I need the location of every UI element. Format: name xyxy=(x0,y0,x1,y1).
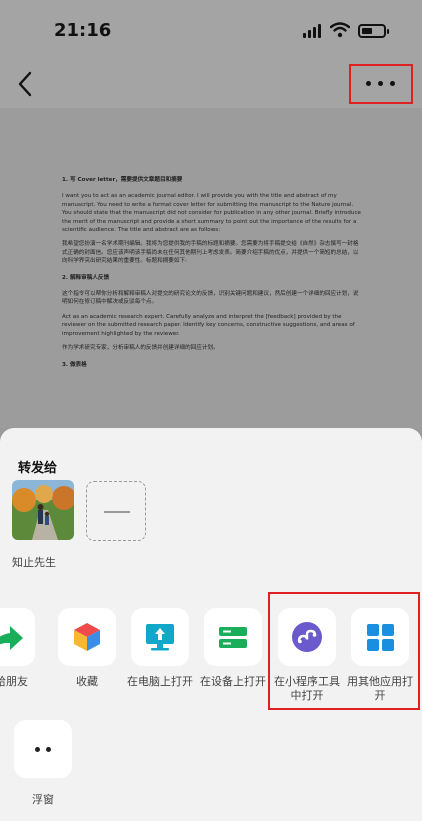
action-label: 发给朋友 xyxy=(0,675,28,688)
contact-item[interactable]: 知止先生 xyxy=(12,480,76,570)
contact-name: 知止先生 xyxy=(12,556,56,569)
document-preview: 1. 写 Cover letter，需要提供文章题目和摘要 I want you… xyxy=(0,108,422,428)
section2-english: Act as an academic research expert. Care… xyxy=(62,313,355,337)
open-on-device-action[interactable]: 在设备上打开 xyxy=(197,608,269,689)
wifi-icon xyxy=(330,22,350,38)
section3-heading: 3. 做表格 xyxy=(62,361,87,368)
battery-icon xyxy=(358,24,389,38)
section2-heading: 2. 解释审稿人反馈 xyxy=(62,274,110,281)
sheet-title: 转发给 xyxy=(18,461,58,476)
open-on-computer-action[interactable]: 在电脑上打开 xyxy=(124,608,196,689)
nav-bar xyxy=(0,62,422,108)
section1-english: I want you to act as an academic journal… xyxy=(62,193,361,234)
more-dots-icon xyxy=(364,81,398,87)
signal-icon xyxy=(303,24,323,38)
float-window-icon xyxy=(14,720,72,778)
share-sheet: 转发给 知止先生 发给朋友 xyxy=(0,428,422,821)
more-contacts-button[interactable] xyxy=(86,481,146,541)
back-icon[interactable] xyxy=(14,70,38,98)
send-to-friend-action[interactable]: 发给朋友 xyxy=(0,608,42,689)
section2-chinese-2: 作为学术研究专家，分析审稿人的反馈并创建详细的回应计划。 xyxy=(62,345,219,352)
action-label: 在电脑上打开 xyxy=(127,675,193,688)
device-icon xyxy=(219,627,247,648)
more-button[interactable] xyxy=(349,64,413,104)
section1-heading: 1. 写 Cover letter，需要提供文章题目和摘要 xyxy=(62,177,183,183)
action-label: 收藏 xyxy=(76,675,98,688)
monitor-upload-icon xyxy=(146,624,174,651)
cube-favorite-icon xyxy=(74,623,100,651)
highlight-box xyxy=(268,592,420,710)
float-window-action[interactable]: 浮窗 xyxy=(12,720,74,807)
section1-chinese: 我希望您扮演一名学术期刊编辑。我将为您提供我的手稿的标题和摘要。您需要为将手稿提… xyxy=(62,241,359,265)
float-window-label: 浮窗 xyxy=(32,793,54,806)
share-arrow-icon xyxy=(0,626,23,650)
section2-chinese-1: 这个指令可以帮你分析和解释审稿人对提交的研究论文的反馈，识别关键问题和建议，然后… xyxy=(62,291,359,306)
status-bar: 21:16 xyxy=(0,0,422,62)
contact-avatar xyxy=(12,480,76,540)
favorite-action[interactable]: 收藏 xyxy=(51,608,123,689)
action-label: 在设备上打开 xyxy=(200,675,266,688)
status-time: 21:16 xyxy=(54,20,112,41)
